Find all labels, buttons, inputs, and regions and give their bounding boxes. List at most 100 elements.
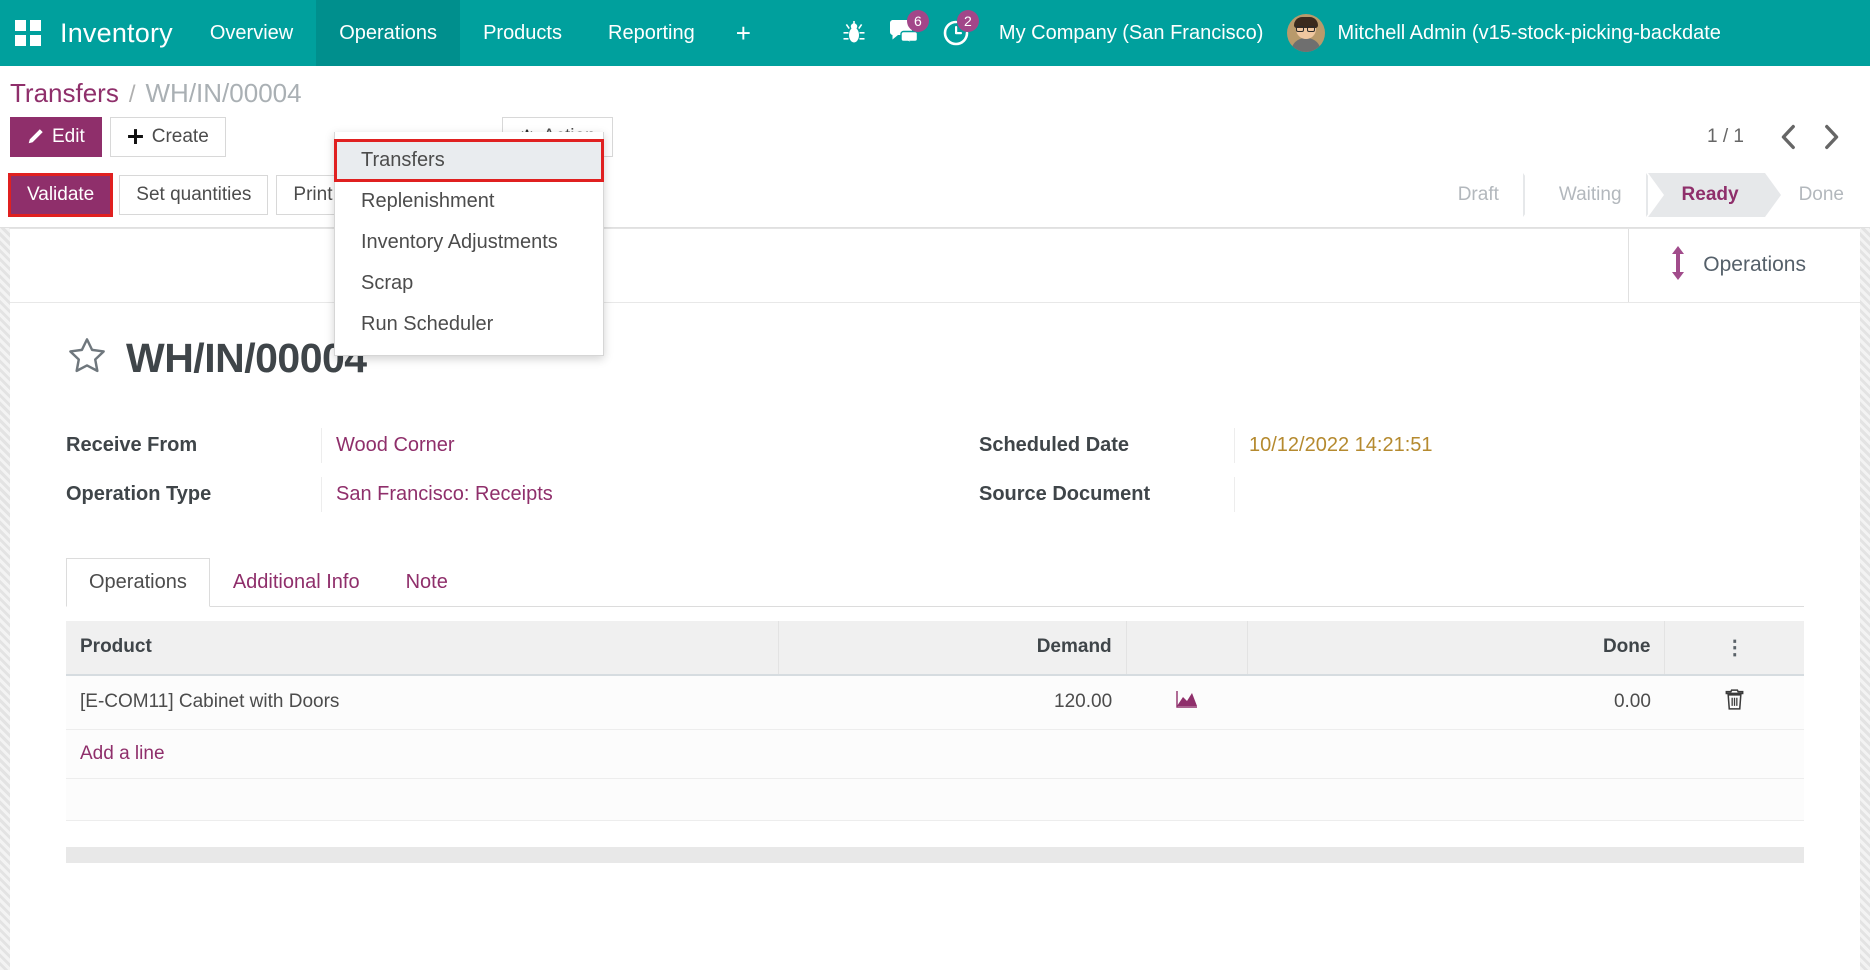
column-options-toggle[interactable]: ⋮	[1664, 620, 1804, 676]
statusbar-row: Validate Set quantities Print Cancel Dra…	[0, 166, 1870, 228]
add-a-line-link[interactable]: Add a line	[80, 743, 165, 764]
create-button[interactable]: Create	[109, 117, 226, 157]
area-chart-icon[interactable]	[1176, 691, 1198, 713]
validate-button[interactable]: Validate	[7, 172, 114, 217]
messages-counter-badge: 6	[906, 10, 929, 32]
top-navbar: Inventory Overview Operations Products R…	[0, 0, 1870, 66]
breadcrumb-separator: /	[128, 81, 136, 108]
label-receive-from: Receive From	[66, 433, 198, 456]
table-header-row: Product Demand Done ⋮	[66, 620, 1804, 676]
create-button-label: Create	[151, 126, 209, 147]
messaging-menu-button[interactable]: 6	[877, 0, 931, 66]
activity-menu-button[interactable]: 2	[931, 0, 981, 66]
activities-counter-badge: 2	[956, 10, 979, 32]
bug-icon	[843, 21, 865, 43]
pager-count: 1 / 1	[1707, 125, 1744, 147]
cell-forecast[interactable]	[1126, 674, 1248, 730]
trash-icon[interactable]	[1725, 689, 1744, 715]
breadcrumb-current-record: WH/IN/00004	[145, 78, 302, 108]
form-group-right: Scheduled Date 10/12/2022 14:21:51 Sourc…	[979, 427, 1804, 512]
pager-previous-button[interactable]	[1766, 124, 1810, 150]
status-ready[interactable]: Ready	[1645, 172, 1765, 217]
tab-additional-info[interactable]: Additional Info	[210, 558, 383, 607]
company-switcher[interactable]: My Company (San Francisco)	[981, 22, 1282, 45]
field-operation-type[interactable]: San Francisco: Receipts	[321, 476, 891, 512]
column-header-product[interactable]: Product	[66, 620, 780, 676]
set-quantities-button[interactable]: Set quantities	[119, 174, 269, 215]
status-draft[interactable]: Draft	[1424, 173, 1525, 217]
blank-cell	[66, 778, 1804, 821]
breadcrumb: Transfers / WH/IN/00004	[0, 66, 1870, 113]
column-header-forecast	[1126, 620, 1249, 676]
user-menu-label: Mitchell Admin (v15-stock-picking-backda…	[1337, 21, 1721, 44]
operations-dropdown-menu: Transfers Replenishment Inventory Adjust…	[334, 132, 604, 356]
apps-grid-icon	[15, 20, 41, 46]
form-sheet: Operations WH/IN/00004 Receive From Wood…	[10, 227, 1860, 863]
smart-button-box: Operations	[10, 228, 1860, 303]
label-operation-type: Operation Type	[66, 482, 212, 505]
control-panel-buttons: Edit Create Action 1 / 1	[0, 113, 1870, 167]
dropdown-item-replenishment[interactable]: Replenishment	[335, 181, 603, 222]
avatar	[1287, 14, 1326, 52]
record-title-row: WH/IN/00004	[66, 335, 1804, 382]
form-fields: Receive From Wood Corner Operation Type …	[66, 427, 1804, 512]
dropdown-item-scrap[interactable]: Scrap	[335, 263, 603, 304]
add-line-cell: Add a line	[66, 729, 1804, 779]
sheet-left-strip	[0, 227, 10, 970]
nav-menu-operations[interactable]: Operations	[316, 0, 461, 66]
nav-menu-add[interactable]: +	[718, 0, 769, 66]
vertical-arrows-icon	[1669, 245, 1687, 286]
smart-button-label: Operations	[1703, 253, 1806, 277]
tab-operations[interactable]: Operations	[66, 557, 210, 607]
field-scheduled-date[interactable]: 10/12/2022 14:21:51	[1234, 427, 1804, 463]
app-brand-inventory[interactable]: Inventory	[56, 18, 187, 49]
form-group-left: Receive From Wood Corner Operation Type …	[66, 427, 891, 512]
control-panel: Transfers / WH/IN/00004 Edit Create Acti…	[0, 66, 1870, 356]
debug-menu-button[interactable]	[831, 0, 877, 66]
edit-button-label: Edit	[52, 126, 85, 147]
table-blank-row	[66, 778, 1804, 821]
nav-menu-products[interactable]: Products	[460, 0, 585, 66]
breadcrumb-parent-transfers[interactable]: Transfers	[10, 78, 119, 109]
sheet-body: WH/IN/00004 Receive From Wood Corner Ope…	[10, 303, 1860, 863]
label-source-document: Source Document	[979, 482, 1151, 505]
nav-menu-overview[interactable]: Overview	[187, 0, 316, 66]
dropdown-item-inventory-adjustments[interactable]: Inventory Adjustments	[335, 222, 603, 263]
field-source-document[interactable]	[1234, 476, 1804, 512]
cell-delete[interactable]	[1664, 674, 1804, 730]
status-pipeline: Draft Waiting Ready Done	[1424, 172, 1870, 217]
page-title: WH/IN/00004	[126, 334, 367, 381]
tab-note[interactable]: Note	[383, 558, 471, 607]
form-view-content: Operations WH/IN/00004 Receive From Wood…	[0, 227, 1870, 970]
column-header-done[interactable]: Done	[1247, 620, 1666, 676]
sheet-footer-bar	[66, 846, 1804, 863]
pencil-icon	[27, 128, 44, 145]
table-header: Product Demand Done ⋮	[66, 620, 1804, 676]
star-outline-icon[interactable]	[66, 335, 108, 382]
add-line-row: Add a line	[66, 729, 1804, 779]
pager: 1 / 1	[1707, 124, 1854, 150]
table-row[interactable]: [E-COM11] Cabinet with Doors 120.00 0.00	[66, 674, 1804, 730]
dropdown-item-run-scheduler[interactable]: Run Scheduler	[335, 304, 603, 345]
status-waiting[interactable]: Waiting	[1522, 172, 1648, 217]
edit-button[interactable]: Edit	[10, 117, 102, 157]
cell-demand[interactable]: 120.00	[778, 674, 1127, 730]
operations-list-table: Product Demand Done ⋮ [E-COM11] Cabinet …	[66, 620, 1804, 821]
field-receive-from[interactable]: Wood Corner	[321, 427, 891, 463]
kebab-menu-icon: ⋮	[1724, 636, 1745, 659]
smart-button-operations[interactable]: Operations	[1628, 228, 1860, 302]
column-header-demand[interactable]: Demand	[778, 620, 1127, 676]
nav-menu-reporting[interactable]: Reporting	[585, 0, 718, 66]
status-done[interactable]: Done	[1762, 172, 1870, 217]
notebook-tabs: Operations Additional Info Note	[66, 557, 1804, 607]
label-scheduled-date: Scheduled Date	[979, 433, 1130, 456]
cell-product[interactable]: [E-COM11] Cabinet with Doors	[66, 674, 779, 730]
dropdown-item-transfers[interactable]: Transfers	[334, 139, 604, 182]
sheet-right-strip	[1860, 227, 1870, 970]
table-body: [E-COM11] Cabinet with Doors 120.00 0.00	[66, 674, 1804, 821]
pager-next-button[interactable]	[1810, 124, 1854, 150]
user-menu[interactable]: Mitchell Admin (v15-stock-picking-backda…	[1281, 14, 1735, 52]
plus-icon	[127, 128, 144, 145]
apps-menu-toggle[interactable]	[0, 0, 56, 66]
cell-done[interactable]: 0.00	[1247, 674, 1665, 730]
